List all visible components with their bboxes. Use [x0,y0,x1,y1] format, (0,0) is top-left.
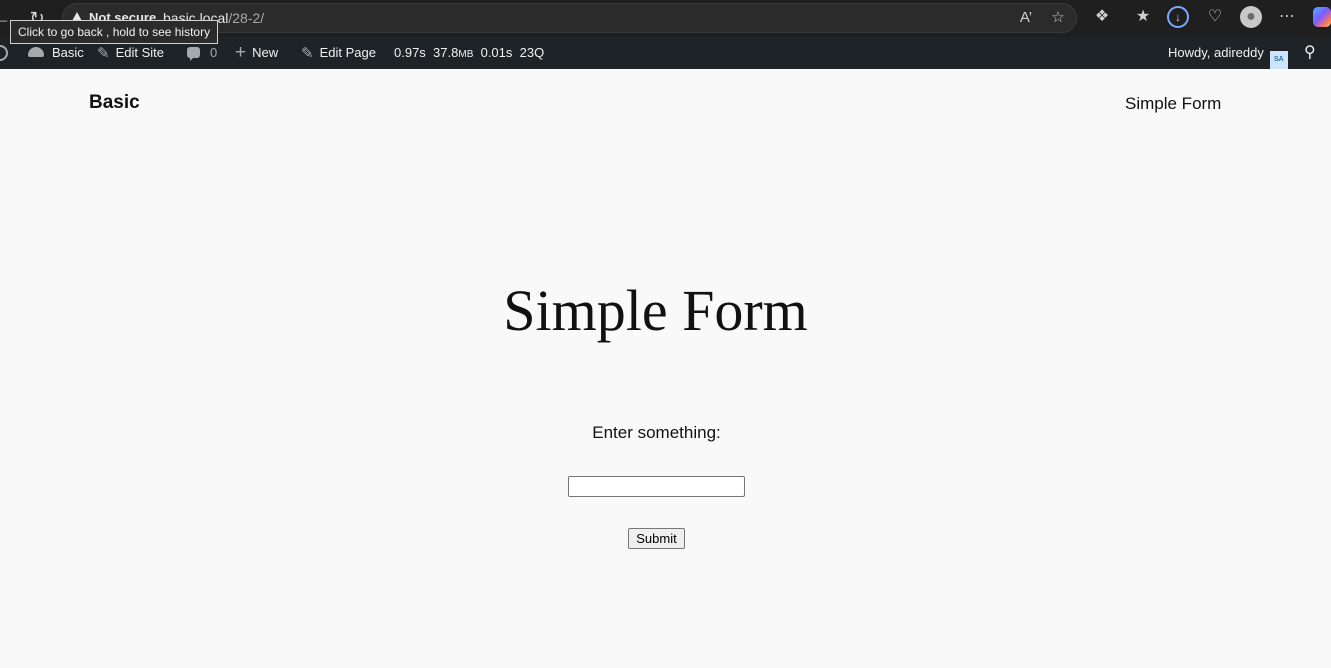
favorite-star-icon[interactable]: ☆ [1048,8,1068,28]
comment-icon [187,47,200,61]
dashboard-icon [28,47,44,57]
downloads-icon[interactable]: ↓ [1167,6,1189,28]
admin-bar-edit-page[interactable]: ✎ Edit Page [301,37,376,69]
admin-bar-new[interactable]: + New [235,37,278,69]
wordpress-logo-icon[interactable] [0,45,8,61]
submit-button[interactable]: Submit [628,528,685,549]
pencil-icon: ✎ [301,45,314,62]
plus-icon: + [235,42,247,63]
search-icon[interactable]: ⚲ [1304,37,1316,69]
form-label: Enter something: [592,423,721,442]
more-icon[interactable]: ⋯ [1276,6,1298,28]
profile-icon[interactable]: ● [1240,6,1262,28]
extensions-icon[interactable]: ❖ [1091,6,1113,28]
copilot-icon[interactable] [1313,7,1331,27]
back-button-tooltip: Click to go back , hold to see history [10,20,219,44]
admin-bar-account[interactable]: Howdy, adireddy SA [1168,37,1288,69]
site-title[interactable]: Basic [89,92,140,114]
nav-link-simple-form[interactable]: Simple Form [1125,94,1221,114]
browser-essentials-icon[interactable]: ♡ [1204,6,1226,28]
read-aloud-icon[interactable]: A’ [1016,8,1036,28]
page-title: Simple Form [503,278,808,343]
query-monitor-stats[interactable]: 0.97s 37.8MB 0.01s 23Q [394,37,544,69]
avatar: SA [1269,51,1288,69]
favorites-icon[interactable]: ★ [1132,6,1154,28]
url-path: /28-2/ [228,10,265,26]
text-input[interactable] [568,476,745,497]
